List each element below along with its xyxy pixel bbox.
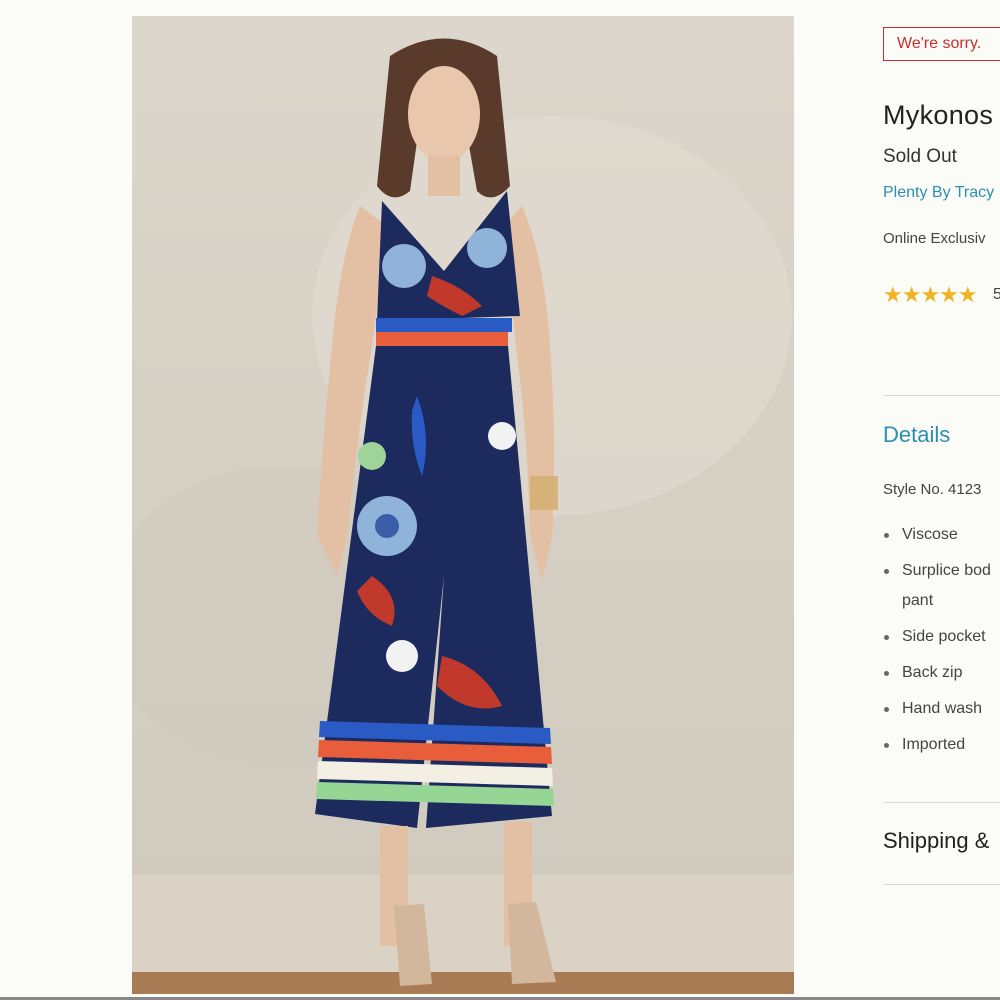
online-exclusive-badge: Online Exclusiv — [883, 230, 986, 247]
brand-link[interactable]: Plenty By Tracy — [883, 184, 994, 202]
feature-text: Side pocket — [902, 628, 986, 645]
list-item: Imported — [883, 730, 991, 760]
list-item: Side pocket — [883, 622, 991, 652]
product-image[interactable] — [132, 16, 794, 994]
section-divider — [883, 884, 1000, 885]
bullet-icon — [884, 635, 889, 640]
feature-text: Surplice bod — [902, 562, 991, 579]
rating-stars-icon[interactable]: ★★★★★ — [883, 282, 978, 308]
feature-text: Viscose — [902, 526, 958, 543]
feature-text: Back zip — [902, 664, 963, 681]
bullet-icon — [884, 743, 889, 748]
list-item: Hand wash — [883, 694, 991, 724]
feature-list: Viscose Surplice bod pant Side pocket Bac… — [883, 520, 991, 766]
bullet-icon — [884, 707, 889, 712]
sold-out-alert: We're sorry. — [883, 27, 1000, 61]
list-item: Viscose — [883, 520, 991, 550]
bullet-icon — [884, 533, 889, 538]
product-title: Mykonos — [883, 100, 994, 130]
section-divider — [883, 395, 1000, 396]
list-item: Back zip — [883, 658, 991, 688]
feature-text-continued: pant — [902, 592, 934, 609]
product-info-panel: We're sorry. Mykonos Sold Out Plenty By … — [883, 0, 1000, 1000]
bullet-icon — [884, 569, 889, 574]
feature-text: Imported — [902, 736, 966, 753]
bullet-icon — [884, 671, 889, 676]
details-heading[interactable]: Details — [883, 422, 950, 448]
shipping-heading[interactable]: Shipping & — [883, 828, 989, 854]
feature-text: Hand wash — [902, 700, 983, 717]
list-item: Surplice bod pant — [883, 556, 991, 616]
section-divider — [883, 802, 1000, 803]
availability-status: Sold Out — [883, 146, 957, 167]
rating-count[interactable]: 5 — [993, 286, 1000, 304]
style-number: Style No. 4123 — [883, 481, 982, 498]
